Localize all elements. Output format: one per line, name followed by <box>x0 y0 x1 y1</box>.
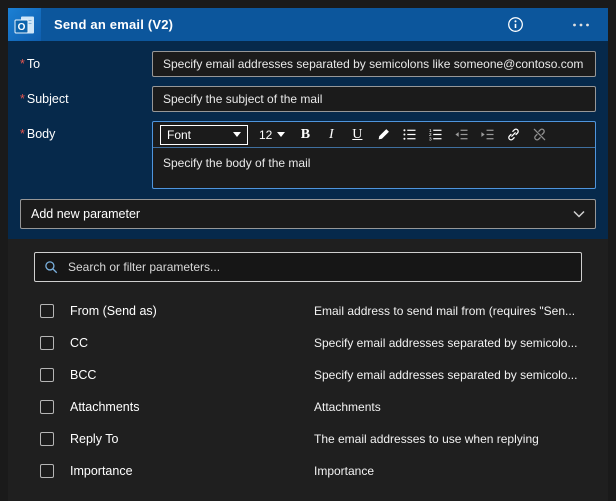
ellipsis-menu-button[interactable] <box>572 16 590 34</box>
outdent-icon <box>455 129 468 140</box>
chevron-down-icon <box>573 210 585 218</box>
body-label: * Body <box>20 127 56 141</box>
parameter-description: The email addresses to use when replying <box>314 432 539 446</box>
checkbox[interactable] <box>40 336 54 350</box>
parameter-name: Reply To <box>70 432 119 446</box>
subject-input[interactable] <box>152 86 596 112</box>
italic-button[interactable]: I <box>322 126 340 144</box>
svg-text:O: O <box>17 22 25 33</box>
font-size-select[interactable]: 12 <box>256 128 288 142</box>
parameter-dropdown-panel: From (Send as) Email address to send mai… <box>8 239 608 501</box>
numbered-list-button[interactable]: 1 2 3 <box>426 126 444 144</box>
font-family-select[interactable]: Font <box>160 124 248 145</box>
required-marker: * <box>20 57 25 71</box>
to-input[interactable] <box>152 51 596 77</box>
parameter-row-bcc[interactable]: BCC Specify email addresses separated by… <box>8 359 608 391</box>
numbered-list-icon: 1 2 3 <box>429 128 442 141</box>
parameter-description: Specify email addresses separated by sem… <box>314 336 578 350</box>
outdent-button[interactable] <box>452 126 470 144</box>
parameter-row-cc[interactable]: CC Specify email addresses separated by … <box>8 327 608 359</box>
ellipsis-icon <box>573 23 589 26</box>
subject-label: * Subject <box>20 92 69 106</box>
parameter-name: Importance <box>70 464 133 478</box>
parameter-row-from[interactable]: From (Send as) Email address to send mai… <box>8 295 608 327</box>
flow-designer-canvas: O Send an email (V2) * To Specify email … <box>0 0 616 501</box>
parameter-search-input[interactable] <box>68 260 572 274</box>
indent-icon <box>481 129 494 140</box>
link-button[interactable] <box>504 126 522 144</box>
info-icon <box>507 17 523 32</box>
to-label: * To <box>20 57 41 71</box>
underline-button[interactable]: U <box>348 126 366 144</box>
action-title: Send an email (V2) <box>54 17 174 32</box>
subject-field-row: * Subject <box>8 86 608 112</box>
add-new-parameter-label: Add new parameter <box>31 207 141 221</box>
parameter-description: Attachments <box>314 400 381 414</box>
required-marker: * <box>20 92 25 106</box>
parameter-row-attachments[interactable]: Attachments Attachments <box>8 391 608 423</box>
parameter-name: Attachments <box>70 400 140 414</box>
header-actions <box>506 16 608 34</box>
dropdown-arrow-icon <box>277 132 286 137</box>
parameter-row-reply-to[interactable]: Reply To The email addresses to use when… <box>8 423 608 455</box>
checkbox[interactable] <box>40 304 54 318</box>
unlink-button[interactable] <box>530 126 548 144</box>
checkbox[interactable] <box>40 400 54 414</box>
info-button[interactable] <box>506 16 524 34</box>
checkbox[interactable] <box>40 464 54 478</box>
indent-button[interactable] <box>478 126 496 144</box>
parameter-description: Email address to send mail from (require… <box>314 304 576 318</box>
body-field-row: * Body Font 12 B I U 1 2 3 Specify the b… <box>8 121 608 189</box>
to-field-row: * To <box>8 51 608 77</box>
parameter-name: CC <box>70 336 89 350</box>
send-email-action-card: O Send an email (V2) * To Specify email … <box>8 8 608 501</box>
add-new-parameter-dropdown[interactable]: Add new parameter <box>20 199 596 229</box>
svg-text:3: 3 <box>429 136 432 141</box>
bullet-list-button[interactable] <box>400 126 418 144</box>
search-icon <box>45 260 58 273</box>
outlook-logo-icon: O <box>14 16 34 33</box>
rich-text-editor: Font 12 B I U 1 2 3 Specify the body of … <box>152 121 596 189</box>
action-parameters-form: *To *Subject *Body Font <box>8 41 608 239</box>
parameter-description: Specify email addresses separated by sem… <box>314 368 578 382</box>
pen-icon <box>378 129 389 140</box>
parameter-list: From (Send as) Email address to send mai… <box>8 295 608 487</box>
bullet-list-icon <box>403 129 416 140</box>
checkbox[interactable] <box>40 432 54 446</box>
bold-button[interactable]: B <box>296 126 314 144</box>
parameter-name: From (Send as) <box>70 304 157 318</box>
unlink-icon <box>533 128 546 141</box>
link-icon <box>508 128 519 141</box>
required-marker: * <box>20 127 25 141</box>
dropdown-arrow-icon <box>233 132 241 137</box>
parameter-row-importance[interactable]: Importance Importance <box>8 455 608 487</box>
body-editor[interactable]: Specify the body of the mail <box>153 148 595 188</box>
rich-text-toolbar: Font 12 B I U 1 2 3 <box>153 122 595 148</box>
parameter-search-box <box>34 252 582 282</box>
checkbox[interactable] <box>40 368 54 382</box>
outlook-icon: O <box>8 8 41 41</box>
parameter-description: Importance <box>314 464 375 478</box>
text-color-pen-button[interactable] <box>374 126 392 144</box>
parameter-name: BCC <box>70 368 97 382</box>
action-header[interactable]: O Send an email (V2) <box>8 8 608 41</box>
